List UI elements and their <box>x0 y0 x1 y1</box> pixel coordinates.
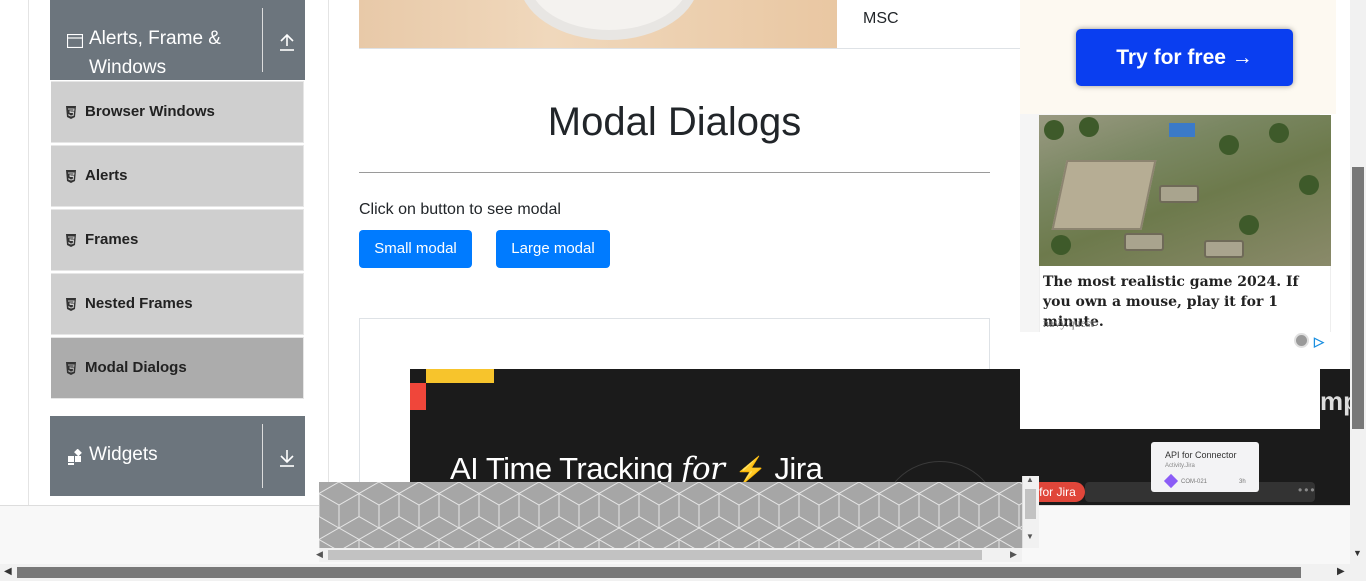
jira-headline-pre: AI Time Tracking <box>450 451 681 486</box>
widgets-icon <box>68 449 82 465</box>
sidebar-item-label: Frames <box>85 231 139 248</box>
sidebar-item-label: Nested Frames <box>85 295 193 312</box>
arrow-down-icon[interactable] <box>278 448 296 468</box>
try-for-free-button[interactable]: Try for free → <box>1076 29 1293 86</box>
html5-icon <box>66 170 76 183</box>
jira-headline-post: Jira <box>766 451 823 486</box>
scroll-down-icon[interactable]: ▼ <box>1353 548 1362 558</box>
sidebar-item-alerts[interactable]: Alerts <box>51 145 304 207</box>
sidebar-item-nested-frames[interactable]: Nested Frames <box>51 273 304 335</box>
api-card-subtitle: Activity.Jira <box>1165 463 1195 469</box>
html5-icon <box>66 106 76 119</box>
group-header-alerts-frame-windows[interactable]: Alerts, Frame & Windows <box>50 0 305 80</box>
bunker-shape <box>1051 160 1157 230</box>
more-dots-icon: ••• <box>1298 483 1317 497</box>
sidebar-right-border <box>328 0 329 505</box>
page-vertical-scroll-thumb[interactable] <box>1352 167 1364 429</box>
group-header-widgets[interactable]: Widgets <box>50 416 305 496</box>
flag-shape <box>1169 123 1195 137</box>
ad-info-icon[interactable]: ▷ <box>1314 334 1324 350</box>
right-ad-lower <box>1020 332 1320 429</box>
table-cell-text: MSC <box>863 10 899 27</box>
sidebar-item-modal-dialogs[interactable]: Modal Dialogs <box>51 337 304 399</box>
small-modal-button[interactable]: Small modal <box>359 230 472 268</box>
jira-logo-icon: ⚡ <box>734 455 767 485</box>
api-card-time: 3h <box>1239 479 1246 485</box>
group-title-line1: Alerts, Frame & <box>89 28 221 49</box>
sidebar-left-border <box>28 0 29 505</box>
group-toggle-separator <box>262 424 263 488</box>
ad-decoration-red <box>410 383 426 410</box>
diamond-icon <box>1163 473 1179 489</box>
title-divider <box>359 172 990 173</box>
group-title-line2: Windows <box>89 57 167 78</box>
coffee-image <box>359 0 837 49</box>
sidebar-item-browser-windows[interactable]: Browser Windows <box>51 81 304 143</box>
page-title: Modal Dialogs <box>547 100 802 144</box>
pattern-ad-horizontal-thumb[interactable] <box>328 550 982 560</box>
scroll-right-icon[interactable]: ▶ <box>1337 566 1345 577</box>
html5-icon <box>66 362 76 375</box>
game-ad-image[interactable] <box>1039 115 1331 266</box>
scroll-left-icon[interactable]: ◀ <box>4 566 12 577</box>
game-ad-source[interactable]: navy.quest <box>1043 316 1094 331</box>
table-row-divider <box>359 48 837 49</box>
window-icon <box>67 34 83 48</box>
group-title: Widgets <box>89 444 158 465</box>
sidebar-item-frames[interactable]: Frames <box>51 209 304 271</box>
pattern-ad-vertical-thumb[interactable] <box>1025 489 1036 519</box>
scroll-right-icon[interactable]: ▶ <box>1010 549 1017 560</box>
pattern-ad-frame[interactable] <box>319 482 1022 548</box>
scroll-left-icon[interactable]: ◀ <box>316 549 323 560</box>
sidebar-item-label: Browser Windows <box>85 103 215 120</box>
scroll-up-icon[interactable]: ▲ <box>1026 475 1034 484</box>
page-horizontal-scroll-thumb[interactable] <box>17 567 1301 578</box>
sidebar-item-label: Alerts <box>85 167 128 184</box>
html5-icon <box>66 234 76 247</box>
ad-decoration-yellow <box>426 369 494 383</box>
scroll-down-icon[interactable]: ▼ <box>1026 532 1034 541</box>
api-card-code: COM-021 <box>1181 479 1208 485</box>
api-connector-card: API for Connector Activity.Jira COM-021 … <box>1151 442 1259 492</box>
arrow-up-icon[interactable] <box>278 32 296 52</box>
ad-choices-icon[interactable] <box>1294 333 1309 348</box>
api-card-title: API for Connector <box>1165 450 1237 460</box>
html5-icon <box>66 298 76 311</box>
coffee-cup-shape <box>519 0 699 40</box>
sidebar-item-label: Modal Dialogs <box>85 359 187 376</box>
instruction-text: Click on button to see modal <box>359 201 561 218</box>
large-modal-button[interactable]: Large modal <box>496 230 610 268</box>
cube-pattern <box>319 482 1022 548</box>
group-toggle-separator <box>262 8 263 72</box>
